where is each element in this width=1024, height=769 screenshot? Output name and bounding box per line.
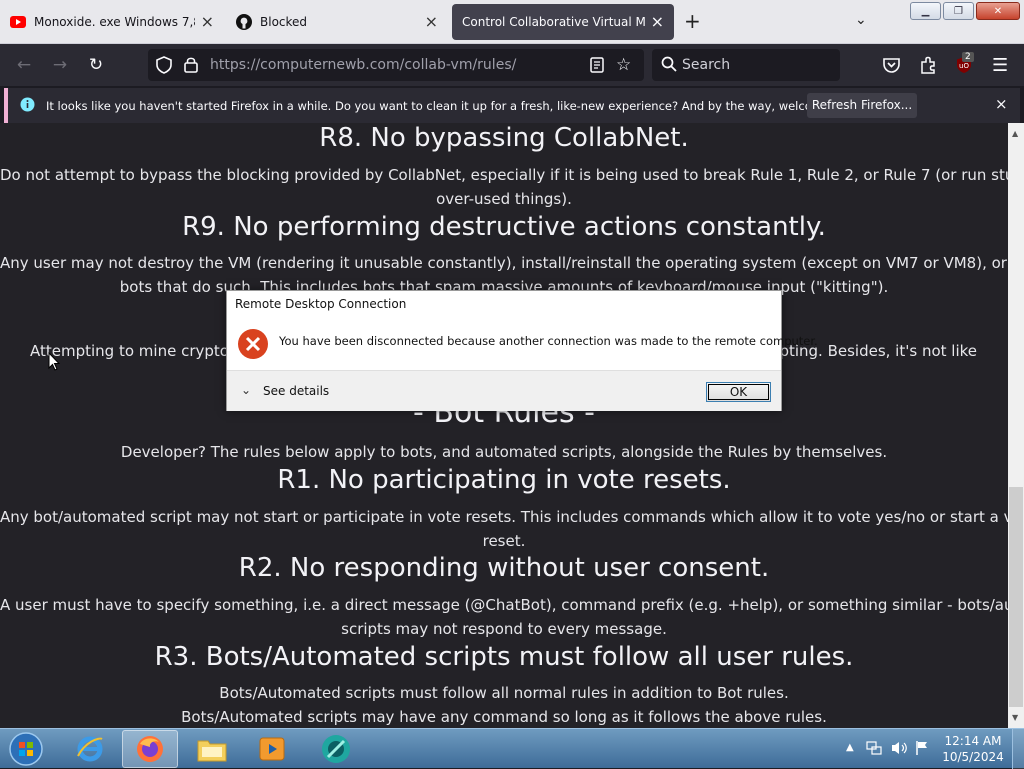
reload-icon[interactable]: ↻ [84,53,108,77]
bot-rule-r3-text-line2: Bots/Automated scripts may have any comm… [181,708,827,726]
bot-rule-r1-text-line2: reset. [482,532,526,550]
mouse-pointer-icon [48,351,61,376]
menu-icon[interactable]: ☰ [992,55,1008,76]
navigation-toolbar: ← → ↻ https://computernewb.com/collab-vm… [0,44,1024,86]
remote-desktop-dialog: Remote Desktop Connection You have been … [226,290,818,411]
rule-r8-title: R8. No bypassing CollabNet. [319,123,689,153]
dialog-footer: ⌄ See details OK [227,370,781,411]
dialog-body: You have been disconnected because anoth… [227,318,818,370]
scrollbar-thumb[interactable] [1009,487,1023,707]
tab-youtube[interactable]: Monoxide. exe Windows 7,8,81... × [0,4,224,40]
scroll-up-icon[interactable]: ▲ [1012,129,1018,138]
back-icon[interactable]: ← [12,53,36,77]
url-path: /collab-vm/rules/ [399,57,517,73]
refresh-firefox-button[interactable]: Refresh Firefox... [807,93,917,118]
page-content: R8. No bypassing CollabNet. Do not attem… [0,123,1008,728]
address-bar[interactable]: https://computernewb.com/collab-vm/rules… [148,49,644,81]
tab-title: Control Collaborative Virtual Machine [462,15,645,29]
tab-title: Blocked [260,15,308,29]
search-icon [661,56,677,76]
chevron-down-icon[interactable]: ⌄ [241,383,251,397]
tab-close-icon[interactable]: × [651,14,664,30]
bookmark-star-icon[interactable]: ☆ [616,55,631,75]
bot-rule-r2-text-line1: A user must have to specify something, i… [0,596,1008,614]
window-close-button[interactable]: ✕ [976,2,1020,20]
shield-icon[interactable] [156,56,172,78]
search-input[interactable]: Search [652,49,840,81]
page-scrollbar[interactable]: ▲ ▼ [1008,123,1024,728]
bot-rules-intro: Developer? The rules below apply to bots… [120,443,888,461]
tab-close-icon[interactable]: × [201,14,214,30]
search-placeholder: Search [682,57,731,73]
github-icon [236,14,252,30]
show-desktop-button[interactable] [1012,729,1024,769]
extensions-icon[interactable] [920,56,937,78]
close-notification-icon[interactable]: × [995,95,1008,113]
media-player-icon[interactable] [244,730,300,768]
bot-rule-r2-title: R2. No responding without user consent. [238,553,770,583]
bot-rule-r2-text-line2: scripts may not respond to every message… [341,620,667,638]
minimize-button[interactable]: ▁ [910,2,941,20]
start-orb-icon[interactable] [0,730,52,768]
tab-collabvm[interactable]: Control Collaborative Virtual Machine × [452,4,674,40]
action-center-flag-icon[interactable] [914,740,930,760]
scroll-down-icon[interactable]: ▼ [1012,713,1018,722]
see-details-link[interactable]: See details [263,384,329,398]
list-all-tabs-button[interactable]: ⌄ [855,12,867,28]
svg-text:uO: uO [959,62,969,70]
bot-rule-r3-title: R3. Bots/Automated scripts must follow a… [154,642,854,672]
ok-button[interactable]: OK [706,382,771,402]
collabvm-client-icon[interactable] [308,730,364,768]
reader-view-icon[interactable] [590,57,604,77]
rule-r9-text-line1: Any user may not destroy the VM (renderi… [0,254,1008,272]
forward-icon[interactable]: → [48,53,72,77]
tab-github[interactable]: Blocked × [226,4,448,40]
clock-date: 10/5/2024 [942,750,1004,764]
system-clock[interactable]: 12:14 AM 10/5/2024 [940,733,1006,765]
dialog-message: You have been disconnected because anoth… [279,334,818,348]
clock-time: 12:14 AM [944,734,1002,748]
pocket-icon[interactable] [883,57,900,77]
file-explorer-icon[interactable] [184,730,240,768]
notification-bar: It looks like you haven't started Firefo… [4,88,1020,123]
bot-rule-r1-title: R1. No participating in vote resets. [277,465,731,495]
rule-r9-title: R9. No performing destructive actions co… [182,212,826,242]
youtube-icon [10,14,26,30]
internet-explorer-icon[interactable] [62,730,118,768]
bot-rule-r3-text-line1: Bots/Automated scripts must follow all n… [219,684,789,702]
extension-badge: 2 [962,52,974,62]
notification-message: It looks like you haven't started Firefo… [46,99,866,113]
new-tab-button[interactable]: + [684,10,701,32]
taskbar: ▲ 12:14 AM 10/5/2024 [0,728,1024,769]
tab-close-icon[interactable]: × [425,14,438,30]
url-host: https://computernewb.com [210,57,400,73]
window-controls: ▁ ❐ ✕ [910,2,1020,20]
restore-button[interactable]: ❐ [943,2,974,20]
network-icon[interactable] [866,740,882,760]
rule-r10-text-fragment-left: Attempting to mine cryptocu [30,342,247,360]
url-text[interactable]: https://computernewb.com/collab-vm/rules… [210,57,516,73]
dialog-title: Remote Desktop Connection [235,297,407,311]
tab-bar: Monoxide. exe Windows 7,8,81... × Blocke… [0,0,1024,44]
bot-rule-r1-text-line1: Any bot/automated script may not start o… [0,508,1008,526]
rule-r8-text-line1: Do not attempt to bypass the blocking pr… [0,166,1008,184]
tab-title: Monoxide. exe Windows 7,8,81... [34,15,195,29]
lock-icon[interactable] [184,56,198,77]
firefox-icon[interactable] [122,730,178,768]
rule-r8-text-line2: over-used things). [436,190,572,208]
error-icon [237,328,269,364]
info-icon [20,97,35,116]
show-hidden-icons-icon[interactable]: ▲ [846,742,854,753]
volume-icon[interactable] [890,740,908,760]
